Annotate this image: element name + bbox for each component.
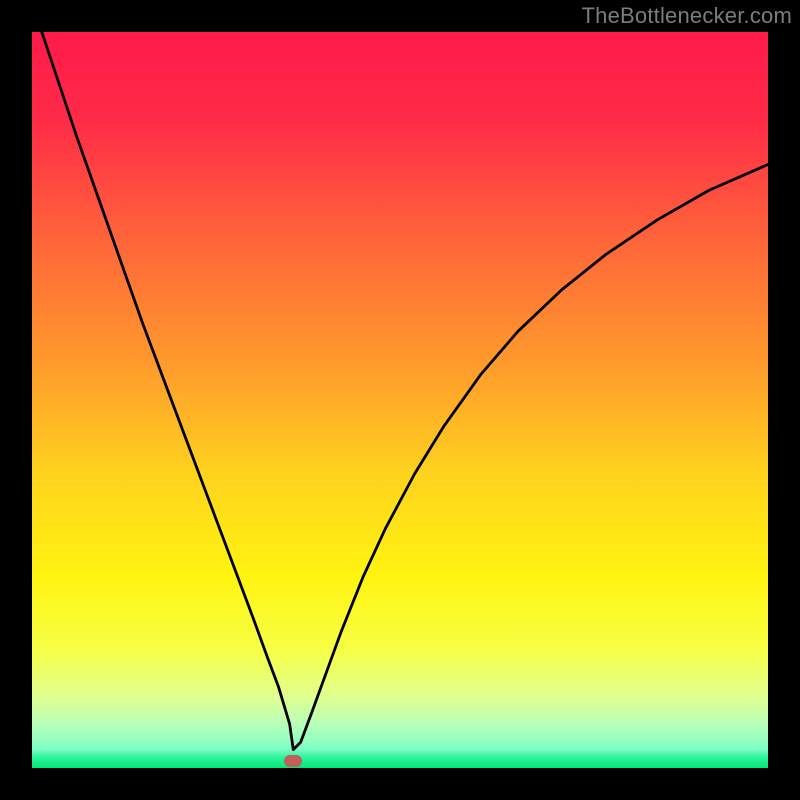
plot-area	[32, 32, 768, 768]
chart-frame: TheBottlenecker.com	[0, 0, 800, 800]
background-gradient	[32, 32, 768, 768]
watermark-text: TheBottlenecker.com	[582, 3, 792, 29]
optimal-marker	[284, 755, 302, 767]
